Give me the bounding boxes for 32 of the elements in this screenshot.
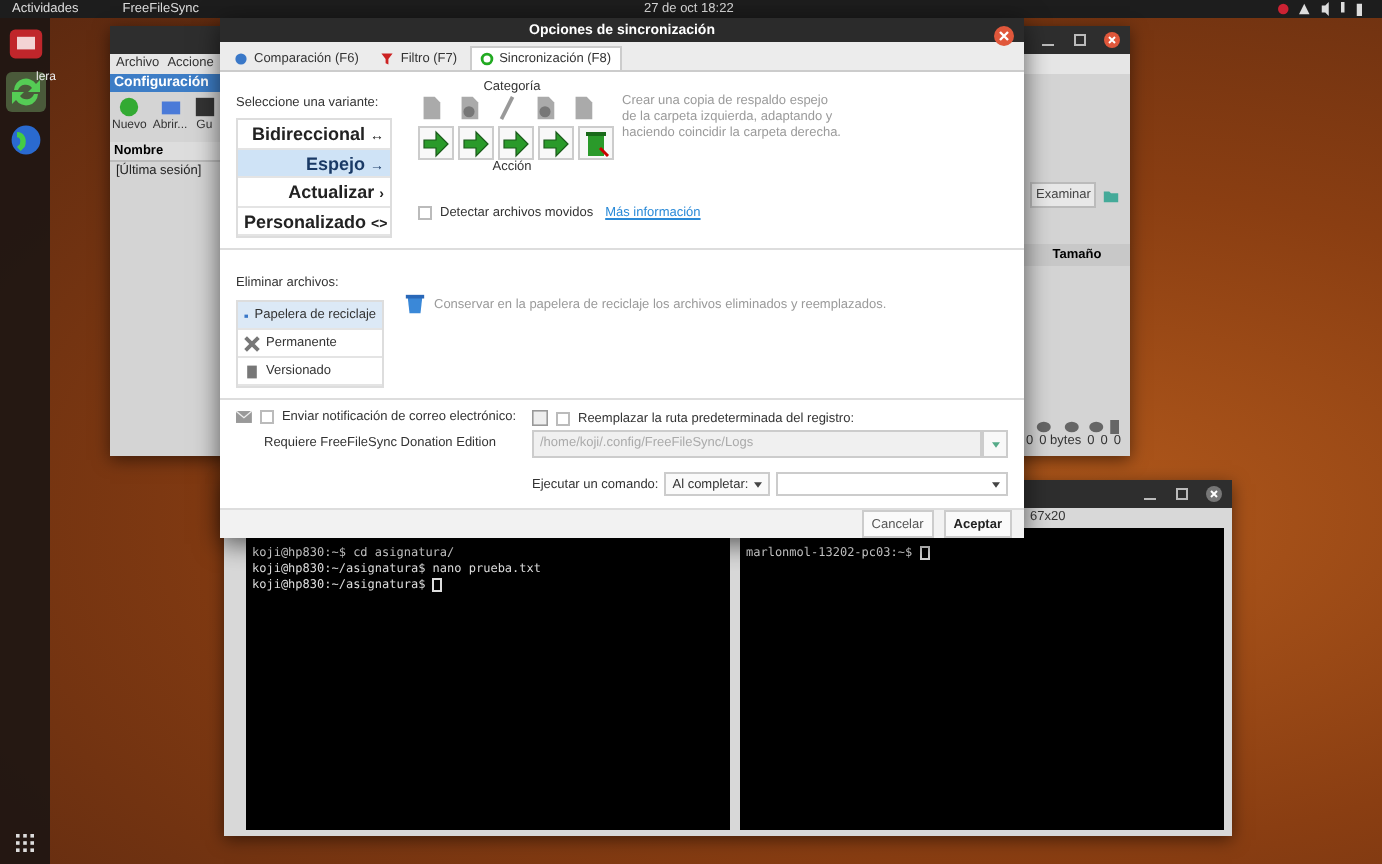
- checkbox[interactable]: [556, 411, 570, 425]
- action-button[interactable]: [538, 126, 574, 160]
- checkbox[interactable]: [259, 410, 274, 424]
- cross-icon: [244, 335, 260, 351]
- checkbox[interactable]: [418, 206, 432, 220]
- arrow-icon: [542, 130, 570, 158]
- status-icons: [1032, 420, 1122, 434]
- gear-icon: [234, 52, 248, 66]
- maximize-button[interactable]: [1174, 486, 1190, 502]
- command-field[interactable]: [776, 472, 1008, 496]
- arrow-icon: [422, 130, 450, 158]
- caret-icon: [991, 441, 999, 447]
- action-button[interactable]: [458, 126, 494, 160]
- cursor: [919, 546, 930, 560]
- arrow-icon: [502, 130, 530, 158]
- action-button[interactable]: [418, 126, 454, 160]
- apps-grid-icon[interactable]: [16, 834, 34, 852]
- sync-icon: [479, 52, 494, 66]
- log-file-icon: [532, 410, 548, 426]
- action-button[interactable]: [578, 126, 614, 160]
- maximize-button[interactable]: [1072, 32, 1088, 48]
- trash-icon: [582, 130, 610, 158]
- caret-icon: [992, 481, 1000, 487]
- arrow-icon: [462, 130, 490, 158]
- caret-icon: [754, 481, 763, 487]
- globe-icon[interactable]: [7, 122, 43, 158]
- close-button[interactable]: [1104, 32, 1120, 48]
- app-icon[interactable]: [7, 26, 43, 62]
- cursor: [432, 578, 443, 592]
- envelope-icon: [236, 410, 252, 424]
- close-button[interactable]: [1206, 486, 1222, 502]
- action-button[interactable]: [498, 126, 534, 160]
